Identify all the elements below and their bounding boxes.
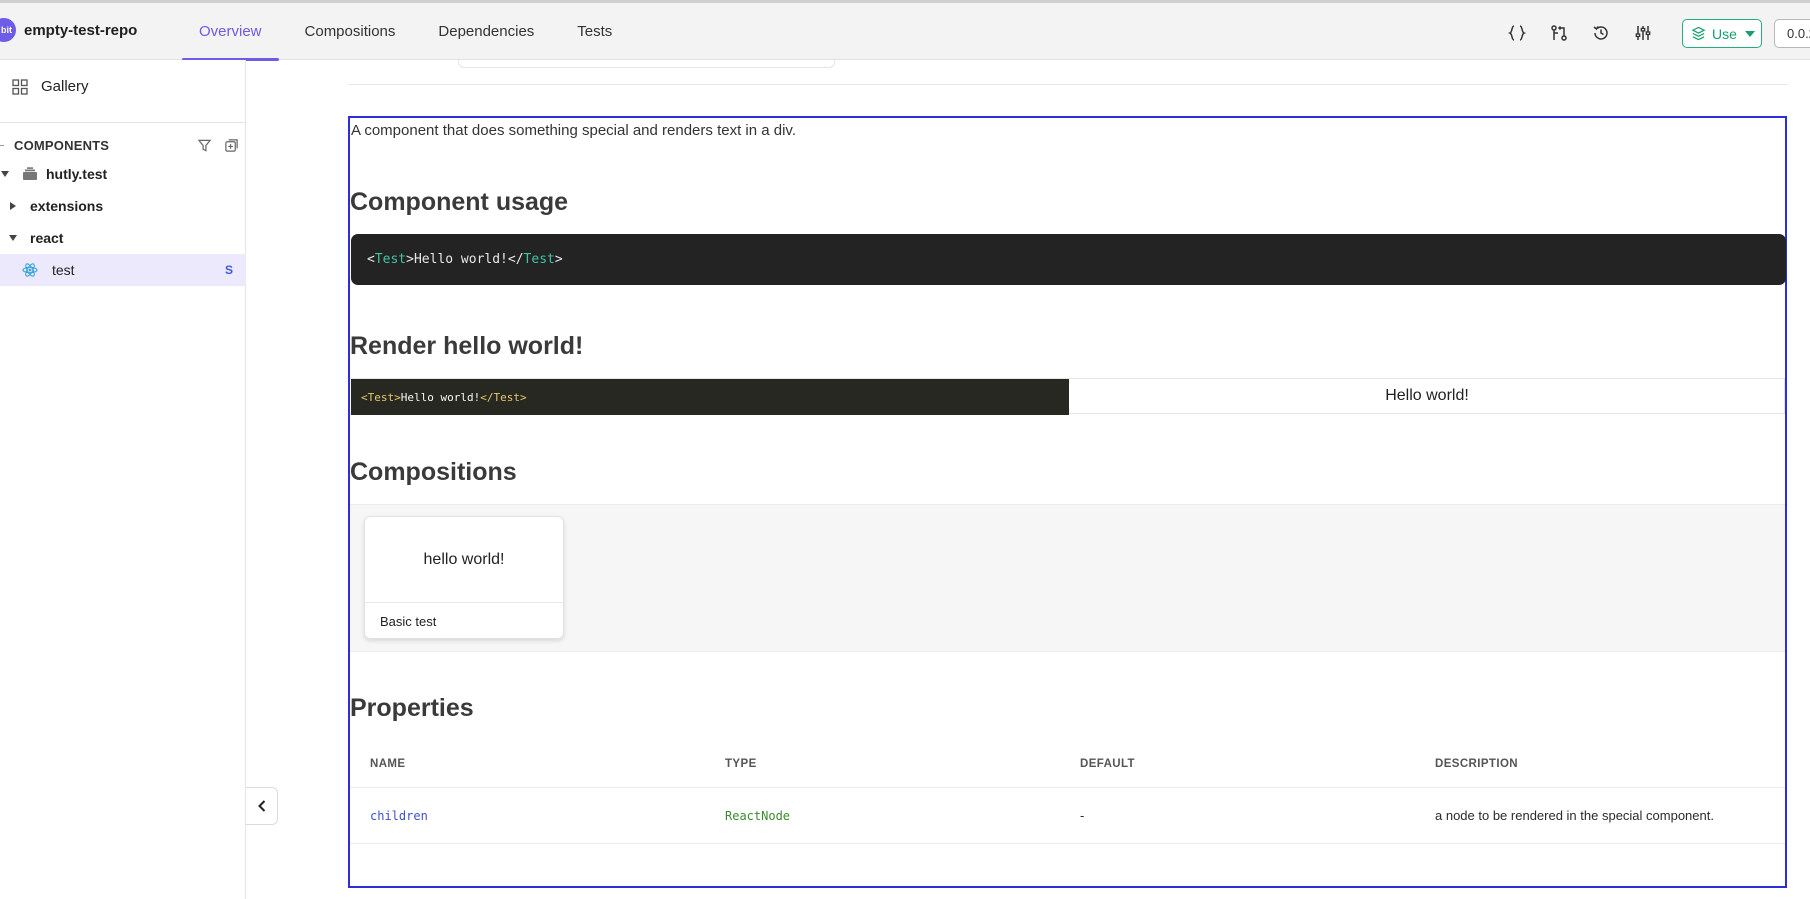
tab-dependencies[interactable]: Dependencies [421,3,551,60]
namespace-label: react [30,230,64,246]
new-component-icon[interactable] [224,138,239,153]
composition-name: Basic test [380,613,437,629]
version-selector[interactable]: 0.0.2 [1774,19,1810,48]
section-divider [348,84,1788,85]
usage-code-block[interactable]: < Test > Hello world! </Test > [351,234,1786,285]
repo-name[interactable]: empty-test-repo [24,22,137,39]
column-header-name: NAME [370,757,406,770]
prop-name: children [370,808,428,823]
compositions-heading: Compositions [350,458,517,486]
live-example-heading: Render hello world! [350,332,584,360]
column-header-default: DEFAULT [1080,757,1135,770]
settings-sliders-icon[interactable] [1631,21,1655,45]
prop-type: ReactNode [725,808,791,823]
chevron-down-icon [1744,30,1755,37]
package-icon [1691,26,1706,41]
brand[interactable]: bit empty-test-repo [0,18,137,42]
usage-heading: Component usage [350,188,569,216]
components-header: COMPONENTS [0,133,239,157]
tab-tests[interactable]: Tests [560,3,629,60]
table-row: children ReactNode - a node to be render… [350,788,1785,844]
namespace-label: extensions [30,198,104,214]
previous-section-edge [458,58,835,68]
tree-component-test[interactable]: test S [0,254,246,286]
filter-icon[interactable] [197,138,212,153]
live-code-editor[interactable]: <Test> Hello world! </Test> [351,379,1069,415]
composition-card[interactable]: hello world! Basic test [364,516,564,639]
composition-preview: hello world! [365,517,563,603]
bit-logo: bit [0,18,16,42]
live-playground: <Test> Hello world! </Test> Hello world! [350,378,1785,415]
change-request-icon[interactable] [1547,21,1571,45]
scope-icon [23,167,37,180]
column-header-description: DESCRIPTION [1435,757,1518,770]
properties-heading: Properties [350,694,474,722]
gallery-label: Gallery [41,78,89,95]
history-icon[interactable] [1589,21,1613,45]
collapse-sidebar-button[interactable] [246,787,278,825]
code-braces-icon[interactable] [1505,21,1529,45]
sidebar-divider [0,122,246,123]
docs-content: A component that does something special … [348,116,1787,888]
tab-overview[interactable]: Overview [182,3,279,61]
live-preview-output: Hello world! [1385,387,1469,404]
tree-namespace-extensions[interactable]: extensions [0,190,246,222]
chevron-down-icon [9,235,17,241]
toolbar [1505,21,1655,45]
component-label: test [52,262,75,278]
react-icon [22,263,38,277]
chevron-right-icon [10,202,16,210]
grid-icon [12,78,28,95]
prop-description: a node to be rendered in the special com… [1435,808,1714,823]
top-bar: bit empty-test-repo Overview Composition… [0,0,1810,61]
status-badge: S [224,263,233,277]
column-header-type: TYPE [725,757,757,770]
chevron-left-icon [257,800,265,812]
components-title: COMPONENTS [14,137,110,153]
scope-label: hutly.test [46,166,108,182]
tree-namespace-react[interactable]: react [0,222,246,254]
properties-table: NAME TYPE DEFAULT DESCRIPTION children R… [350,740,1785,844]
table-header: NAME TYPE DEFAULT DESCRIPTION [350,740,1785,788]
main-tabs: Overview Compositions Dependencies Tests [182,3,629,61]
tab-compositions[interactable]: Compositions [288,3,413,60]
compositions-gallery: hello world! Basic test [350,504,1785,652]
chevron-down-icon [1,171,9,177]
prop-default: - [1080,808,1085,823]
tree-scope[interactable]: hutly.test [0,158,246,190]
sidebar-item-gallery[interactable]: Gallery [12,78,89,95]
sidebar: Gallery COMPONENTS hutly.test extensions… [0,60,246,899]
use-button-label: Use [1712,25,1737,42]
use-button[interactable]: Use [1682,19,1762,48]
component-description: A component that does something special … [351,122,796,139]
